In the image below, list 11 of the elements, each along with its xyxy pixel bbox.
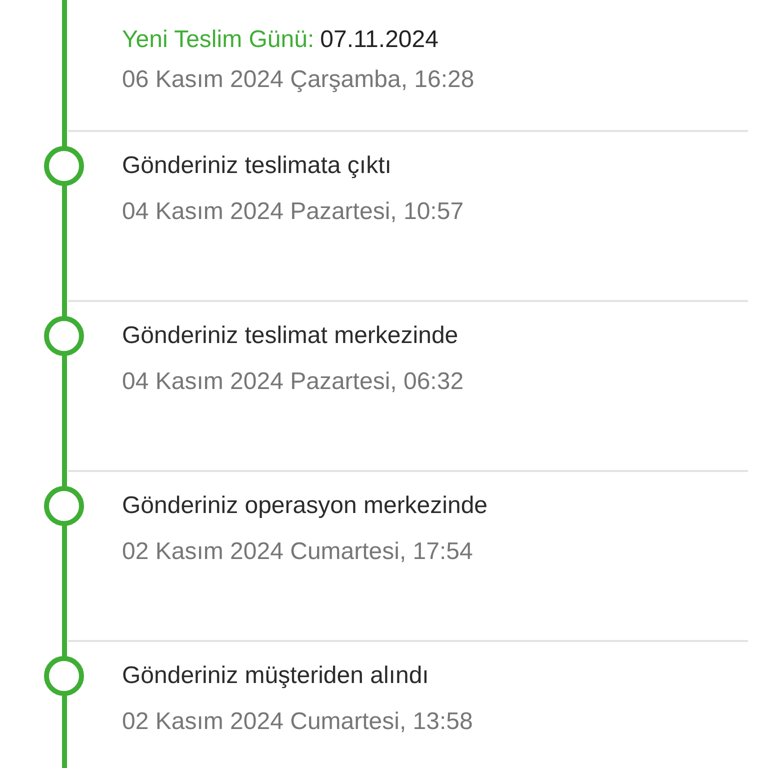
event-title: Gönderiniz müşteriden alındı xyxy=(122,661,430,691)
event-date: 06 Kasım 2024 Çarşamba, 16:28 xyxy=(122,65,476,95)
event-date: 02 Kasım 2024 Cumartesi, 13:58 xyxy=(122,707,474,737)
event-title: Gönderiniz teslimat merkezinde xyxy=(122,321,460,351)
event-title: Gönderiniz operasyon merkezinde xyxy=(122,491,489,521)
detail-label: Yeni Teslim Günü: xyxy=(122,25,314,55)
detail-value: 07.11.2024 xyxy=(320,25,438,55)
event-title: Gönderiniz teslimata çıktı xyxy=(122,151,392,181)
event-date: 04 Kasım 2024 Pazartesi, 06:32 xyxy=(122,367,465,397)
event-date: 04 Kasım 2024 Pazartesi, 10:57 xyxy=(122,197,465,227)
event-date: 02 Kasım 2024 Cumartesi, 17:54 xyxy=(122,537,474,567)
